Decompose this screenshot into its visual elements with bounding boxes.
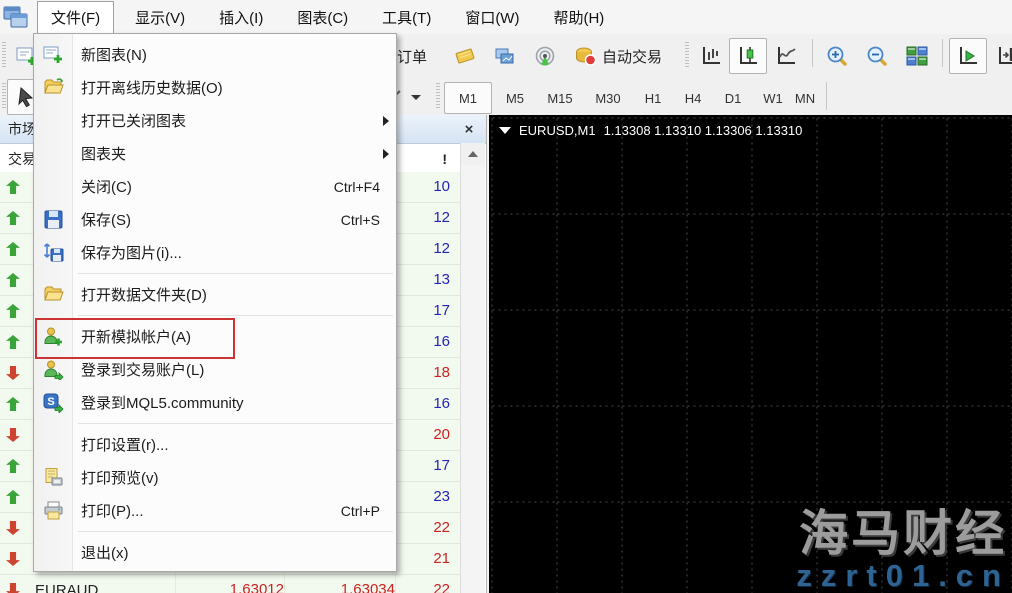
menu-file[interactable]: 文件(F)	[37, 1, 114, 34]
change-column-header[interactable]: !	[393, 151, 455, 167]
autotrading-label: 自动交易	[602, 46, 662, 67]
tab-timeframe-m30[interactable]: M30	[584, 82, 632, 114]
menu-insert[interactable]: 插入(I)	[206, 2, 276, 33]
watermark-url: zzrt01.cn	[796, 560, 1010, 593]
menu-tools[interactable]: 工具(T)	[369, 2, 444, 33]
trend-arrow-icon	[0, 459, 33, 473]
auto-scroll-icon[interactable]	[949, 38, 987, 74]
table-row[interactable]: EURAUD1.630121.6303422	[0, 575, 461, 593]
trend-arrow-icon	[0, 242, 33, 256]
tab-timeframe-h4[interactable]: H4	[672, 82, 714, 114]
line-chart-icon[interactable]	[767, 38, 805, 74]
chart-window-icon[interactable]	[3, 5, 29, 29]
toolbar-separator	[942, 39, 943, 67]
svg-text:S: S	[47, 396, 54, 408]
menu-item-save-as-picture[interactable]: 保存为图片(i)...	[34, 236, 396, 269]
autotrading-button[interactable]: 自动交易	[566, 38, 671, 74]
file-menu: 新图表(N) 打开离线历史数据(O) 打开已关闭图表 图表夹 关闭(C) Ctr…	[33, 33, 397, 572]
watermark-title: 海马财经	[796, 509, 1010, 560]
tab-timeframe-mn[interactable]: MN	[786, 82, 824, 114]
menu-item-save[interactable]: 保存(S) Ctrl+S	[34, 203, 396, 236]
toolbar-grip[interactable]	[2, 42, 6, 68]
trend-arrow-icon	[0, 180, 33, 194]
history-center-icon[interactable]	[446, 38, 484, 74]
watermark: 海马财经 zzrt01.cn	[796, 509, 1010, 593]
print-icon	[43, 500, 64, 521]
save-picture-icon	[43, 242, 64, 263]
submenu-arrow-icon	[383, 116, 389, 126]
trend-arrow-icon	[0, 397, 33, 411]
trend-arrow-icon	[0, 490, 33, 504]
trend-arrow-icon	[0, 335, 33, 349]
scroll-up-icon[interactable]	[461, 143, 485, 165]
chevron-down-icon	[411, 95, 421, 100]
save-icon	[43, 209, 64, 230]
tab-timeframe-h1[interactable]: H1	[632, 82, 674, 114]
zoom-out-icon[interactable]	[858, 38, 896, 74]
toolbar-grip[interactable]	[2, 83, 6, 109]
toolbar-separator	[826, 82, 827, 110]
menu-item-open-offline[interactable]: 打开离线历史数据(O)	[34, 71, 396, 104]
new-order-label: 订单	[397, 46, 427, 67]
login-account-icon	[43, 359, 64, 380]
tab-timeframe-m5[interactable]: M5	[494, 82, 536, 114]
autotrading-icon	[575, 45, 597, 67]
trend-arrow-icon	[0, 211, 33, 225]
menu-item-exit[interactable]: 退出(x)	[34, 536, 396, 569]
tab-timeframe-d1[interactable]: D1	[712, 82, 754, 114]
open-folder-icon	[43, 77, 64, 98]
trend-arrow-icon	[0, 583, 33, 593]
scrollbar[interactable]	[460, 143, 485, 593]
toolbar-grip[interactable]	[685, 42, 689, 68]
close-icon[interactable]: ×	[460, 121, 478, 138]
folder-icon	[43, 284, 64, 305]
menu-separator	[34, 269, 396, 278]
menu-help[interactable]: 帮助(H)	[540, 2, 617, 33]
trend-arrow-icon	[0, 521, 33, 535]
menu-item-print[interactable]: 打印(P)... Ctrl+P	[34, 494, 396, 527]
tab-timeframe-m15[interactable]: M15	[536, 82, 584, 114]
trend-arrow-icon	[0, 366, 33, 380]
trend-arrow-icon	[0, 552, 33, 566]
bar-chart-icon[interactable]	[692, 38, 730, 74]
new-chart-icon	[43, 44, 64, 65]
chart-title: EURUSD,M1 1.13308 1.13310 1.13306 1.1331…	[499, 123, 802, 138]
menu-item-login-mql5[interactable]: S 登录到MQL5.community	[34, 386, 396, 419]
menu-item-profiles[interactable]: 图表夹	[34, 137, 396, 170]
menu-window[interactable]: 窗口(W)	[452, 2, 532, 33]
chart-shift-icon[interactable]	[988, 38, 1012, 74]
menu-item-print-setup[interactable]: 打印设置(r)...	[34, 428, 396, 461]
menu-item-print-preview[interactable]: 打印预览(v)	[34, 461, 396, 494]
chart-symbol: EURUSD,M1	[519, 123, 596, 138]
menu-separator	[34, 419, 396, 428]
mql5-icon: S	[43, 392, 64, 413]
toolbar-grip[interactable]	[436, 83, 440, 109]
menu-separator	[34, 527, 396, 536]
print-preview-icon	[43, 467, 64, 488]
market-window-icon[interactable]	[486, 38, 524, 74]
menu-item-open-closed-charts[interactable]: 打开已关闭图表	[34, 104, 396, 137]
tile-windows-icon[interactable]	[898, 38, 936, 74]
trend-arrow-icon	[0, 304, 33, 318]
candlestick-chart-icon[interactable]	[729, 38, 767, 74]
menu-item-close[interactable]: 关闭(C) Ctrl+F4	[34, 170, 396, 203]
submenu-arrow-icon	[383, 149, 389, 159]
chart-ohlc: 1.13308 1.13310 1.13306 1.13310	[604, 123, 803, 138]
highlight-annotation-box	[35, 318, 235, 359]
menu-item-new-chart[interactable]: 新图表(N)	[34, 38, 396, 71]
menu-item-open-data-folder[interactable]: 打开数据文件夹(D)	[34, 278, 396, 311]
menubar: 文件(F) 显示(V) 插入(I) 图表(C) 工具(T) 窗口(W) 帮助(H…	[0, 0, 1012, 35]
toolbar-separator	[812, 39, 813, 67]
chart-window[interactable]: EURUSD,M1 1.13308 1.13310 1.13306 1.1331…	[487, 115, 1012, 593]
zoom-in-icon[interactable]	[818, 38, 856, 74]
trend-arrow-icon	[0, 273, 33, 287]
trend-arrow-icon	[0, 428, 33, 442]
menu-view[interactable]: 显示(V)	[122, 2, 198, 33]
chevron-down-icon[interactable]	[499, 127, 511, 134]
mt4-window: 文件(F) 显示(V) 插入(I) 图表(C) 工具(T) 窗口(W) 帮助(H…	[0, 0, 1012, 593]
signals-icon[interactable]	[526, 38, 564, 74]
tab-timeframe-m1[interactable]: M1	[444, 82, 492, 114]
menu-charts[interactable]: 图表(C)	[284, 2, 361, 33]
